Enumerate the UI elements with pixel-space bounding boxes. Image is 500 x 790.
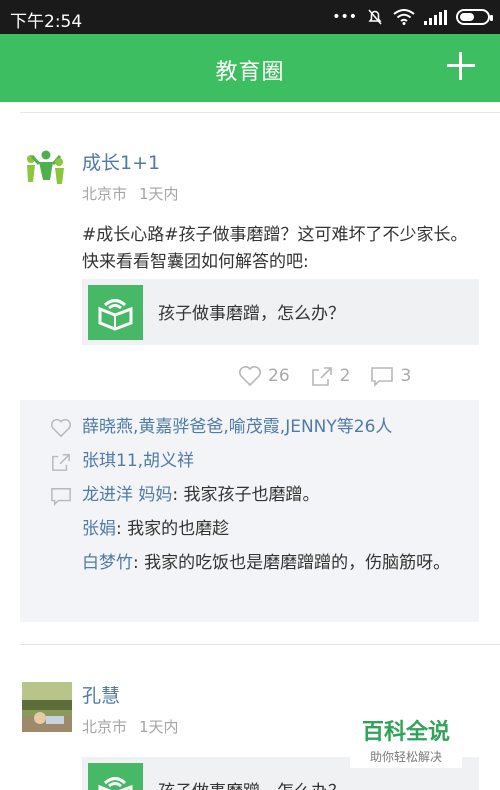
post-author[interactable]: 孔慧 [82, 681, 120, 708]
post-location: 北京市 [82, 185, 128, 203]
comment-button[interactable]: 3 [370, 365, 411, 387]
status-bar: 下午2:54 ••• [0, 0, 500, 34]
sharers-list[interactable]: 张琪11,胡义祥 [82, 448, 472, 474]
post-author[interactable]: 成长1+1 [82, 148, 160, 175]
article-title: 孩子做事磨蹭，怎么办？ [158, 304, 345, 324]
app-bar: 教育圈 [0, 34, 500, 102]
comment-icon [51, 488, 71, 506]
heart-icon [51, 418, 71, 438]
comment-item[interactable]: 张娟: 我家的也磨趁 [82, 516, 472, 542]
watermark-subtitle: 助你轻松解决 [369, 750, 442, 764]
article-title: 孩子做事磨蹭，怎么办？ [158, 777, 345, 790]
article-thumbnail [88, 763, 143, 790]
post-meta: 北京市 1天内 [82, 716, 179, 737]
feed[interactable]: 成长1+1 北京市 1天内 #成长心路#孩子做事磨蹭？这可难坏了不少家长。快来看看… [0, 102, 500, 790]
divider [20, 112, 500, 113]
avatar[interactable] [22, 150, 68, 196]
comment-user[interactable]: 白梦竹 [82, 553, 133, 573]
like-count: 26 [268, 366, 290, 386]
comment-user[interactable]: 龙进洋 妈妈 [82, 485, 172, 505]
divider [20, 644, 500, 645]
avatar[interactable] [22, 682, 72, 732]
watermark-logo: 百科全说 助你轻松解决 [350, 710, 462, 768]
like-button[interactable]: 26 [238, 365, 290, 387]
post-meta: 北京市 1天内 [82, 183, 179, 204]
comment-text: : 我家的也磨趁 [116, 519, 230, 539]
comment-text: : 我家孩子也磨蹭。 [172, 485, 320, 505]
open-book-icon [98, 299, 133, 331]
battery-icon [456, 9, 493, 25]
comment-count: 3 [400, 366, 412, 386]
post-time: 1天内 [139, 185, 179, 203]
interaction-panel: 薛晓燕,黄嘉骅爸爸,喻茂霞,JENNY等26人 张琪11,胡义祥 龙进洋 妈妈:… [20, 400, 479, 622]
comment-user[interactable]: 张娟 [82, 519, 116, 539]
page-title: 教育圈 [215, 60, 285, 85]
heart-icon [239, 366, 261, 387]
wifi-icon [393, 9, 415, 25]
shared-article[interactable]: 孩子做事磨蹭，怎么办？ [82, 279, 479, 345]
post-text: #成长心路#孩子做事磨蹭？这可难坏了不少家长。快来看看智囊团如何解答的吧: [82, 225, 468, 272]
share-count: 2 [339, 366, 351, 386]
comment-item[interactable]: 龙进洋 妈妈: 我家孩子也磨蹭。 [82, 482, 472, 508]
article-thumbnail [88, 285, 143, 340]
comment-icon [371, 367, 394, 387]
post-actions: 26 2 3 [238, 363, 431, 389]
open-book-icon [98, 777, 133, 790]
status-time: 下午2:54 [10, 12, 83, 32]
status-icons: ••• [332, 8, 493, 26]
share-icon [52, 454, 70, 471]
add-icon[interactable] [446, 50, 476, 80]
comment-item[interactable]: 白梦竹: 我家的吃饭也是磨磨蹭蹭的，伤脑筋呀。 [82, 550, 472, 576]
more-dots-icon: ••• [332, 9, 357, 25]
comment-text: : 我家的吃饭也是磨磨蹭蹭的，伤脑筋呀。 [133, 553, 451, 573]
post-location: 北京市 [82, 718, 128, 736]
post-time: 1天内 [139, 718, 179, 736]
share-button[interactable]: 2 [310, 365, 351, 387]
share-icon [311, 367, 332, 386]
signal-icon [424, 9, 447, 25]
watermark-title: 百科全说 [361, 720, 450, 745]
likers-list[interactable]: 薛晓燕,黄嘉骅爸爸,喻茂霞,JENNY等26人 [82, 414, 472, 440]
mute-bell-icon [368, 9, 382, 25]
